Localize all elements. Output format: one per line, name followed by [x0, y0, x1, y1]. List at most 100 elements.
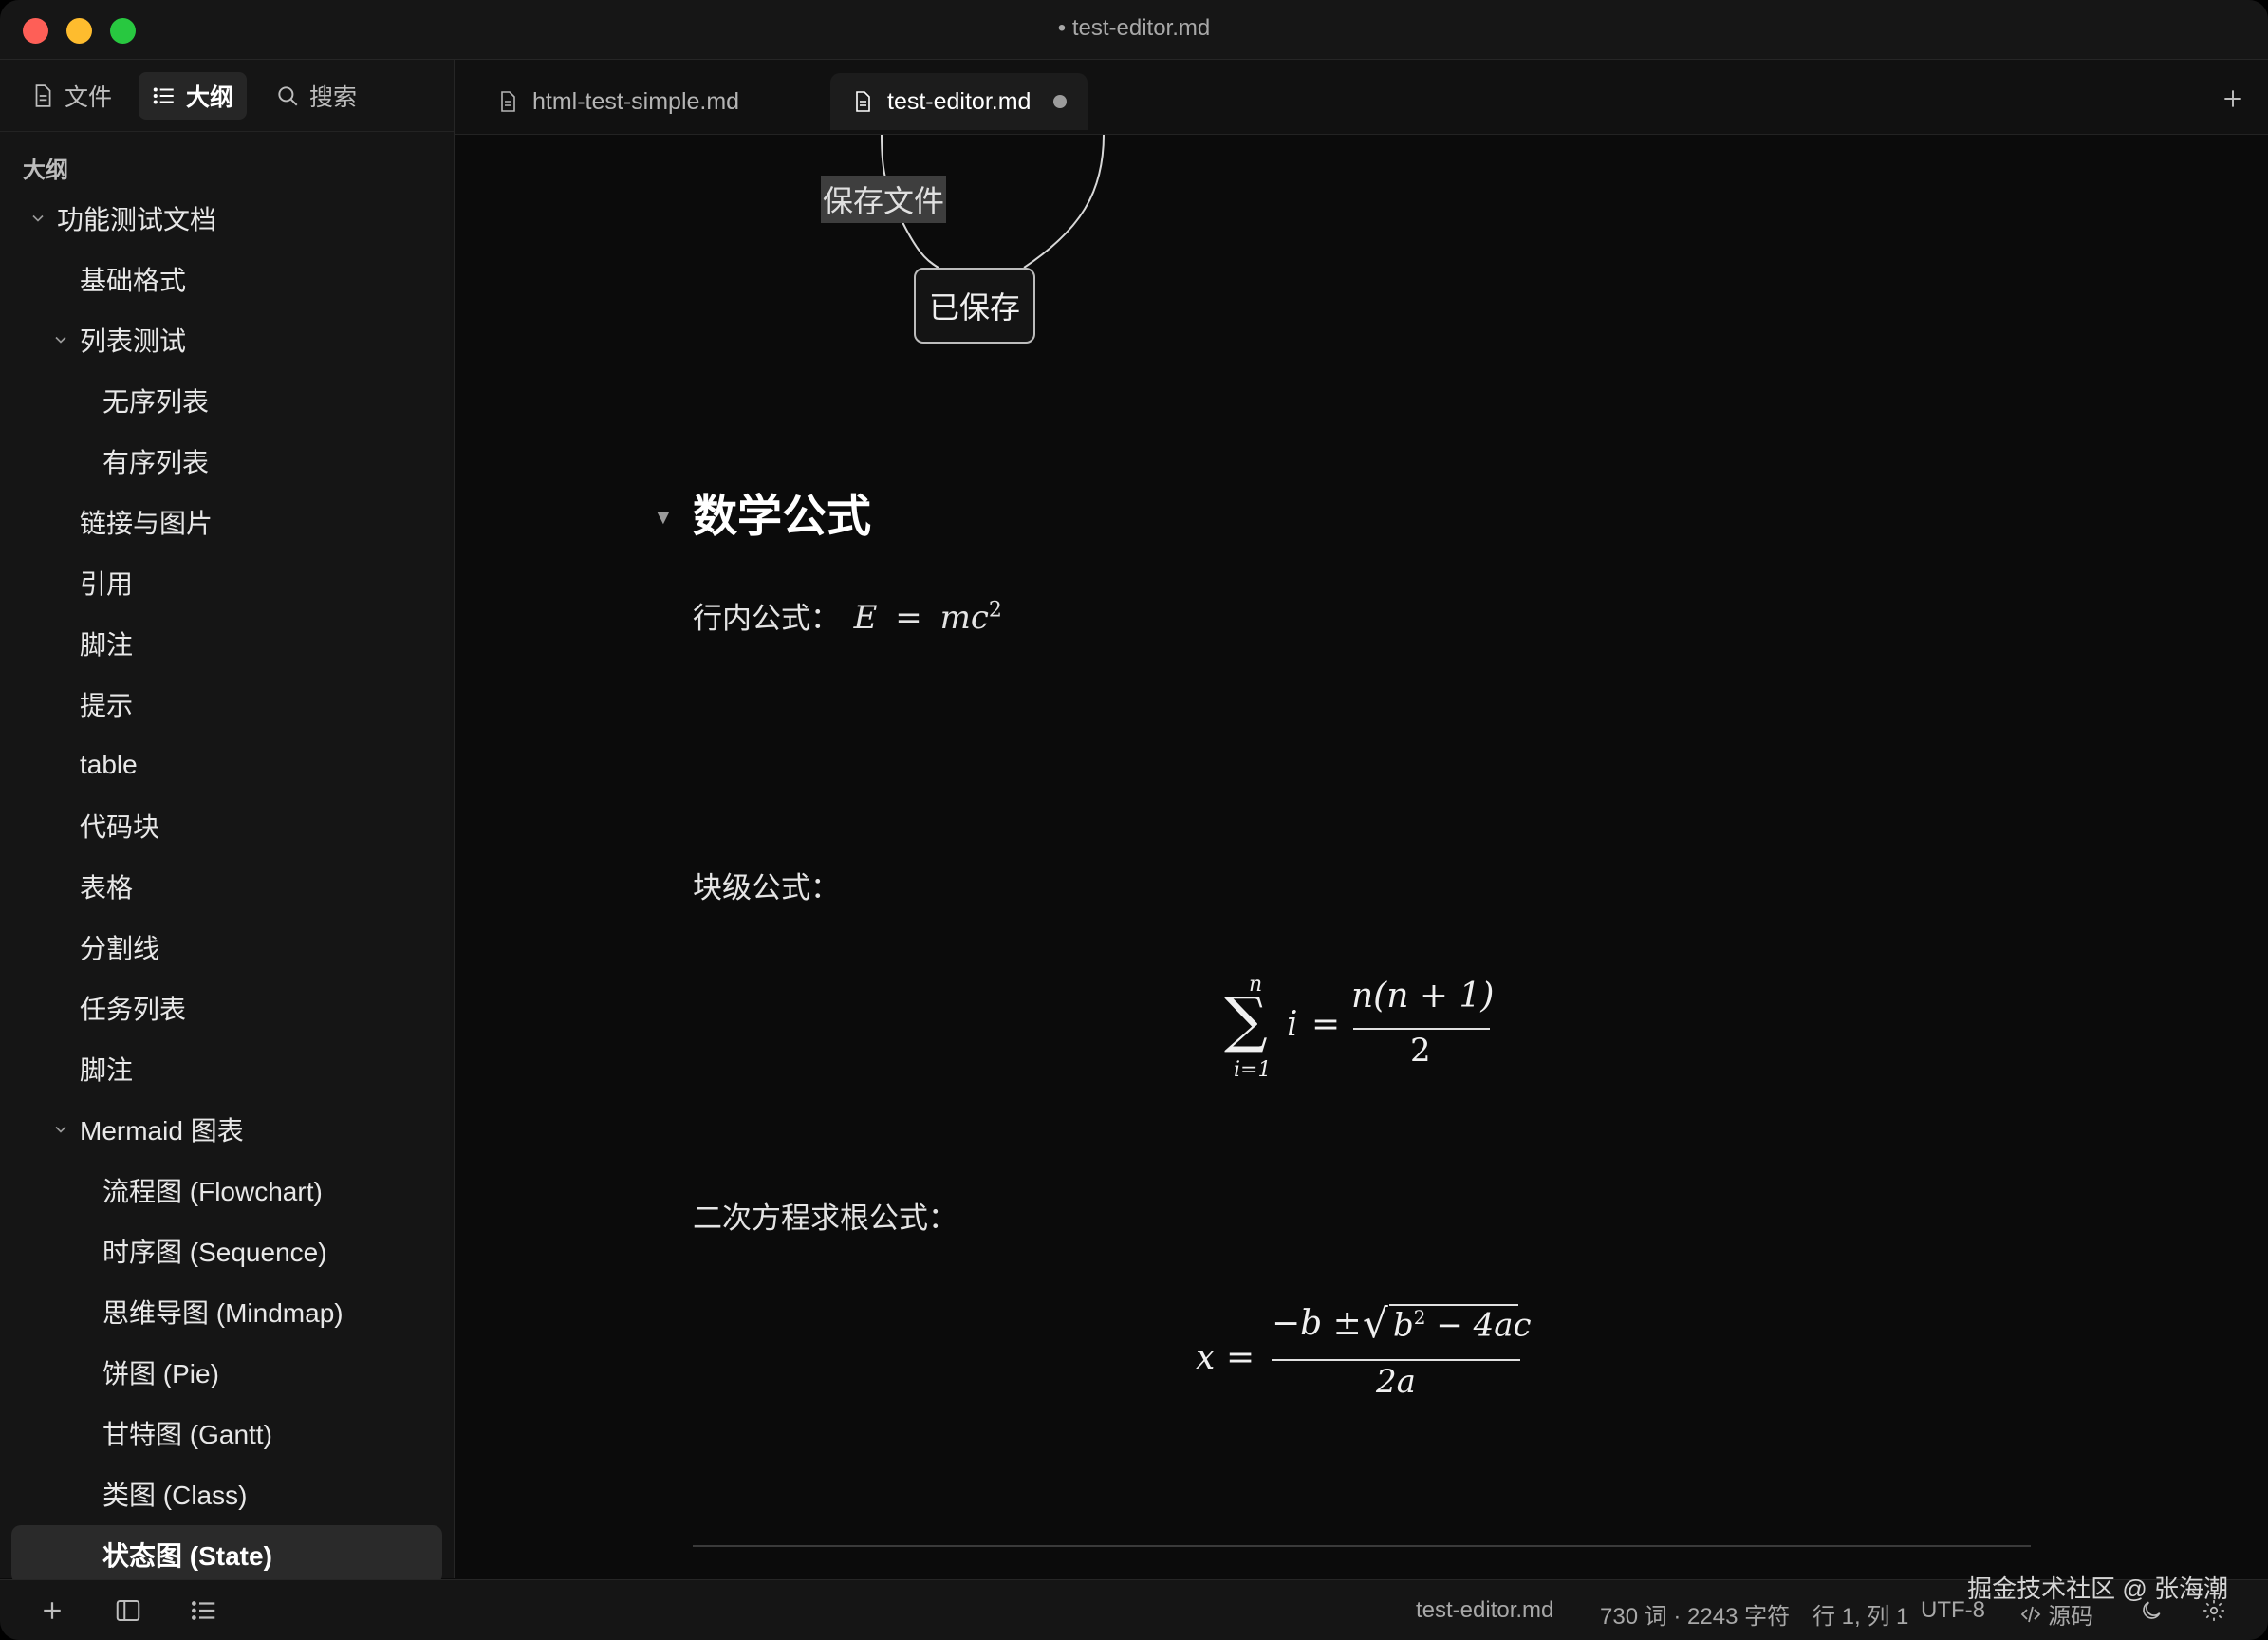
- formula-symbol: mc: [939, 599, 989, 637]
- outline-item-label: 脚注: [80, 1055, 134, 1085]
- outline-item-label: 引用: [80, 569, 134, 599]
- sidebar-tab-search[interactable]: 搜索: [262, 72, 370, 120]
- fraction-numerator: n(n + 1): [1351, 977, 1495, 1016]
- file-icon: [501, 91, 515, 112]
- fraction-bar: [1353, 1028, 1490, 1030]
- outline-item[interactable]: 基础格式: [80, 254, 186, 304]
- formula-exponent: 2: [1413, 1306, 1426, 1329]
- chevron-down-icon[interactable]: [51, 330, 70, 349]
- outline-item-label: Mermaid 图表: [80, 1116, 244, 1146]
- sum-symbol: ∑: [1224, 985, 1268, 1055]
- sidebar-tab-files[interactable]: 文件: [17, 72, 125, 120]
- outline-item-label: 流程图 (Flowchart): [102, 1177, 323, 1206]
- formula-operator: =: [1311, 1005, 1341, 1044]
- inline-formula-paragraph: 行内公式： E = mc2: [693, 594, 1002, 637]
- state-node: 已保存: [914, 268, 1035, 344]
- outline-item-label: 提示: [80, 691, 134, 720]
- outline-item-label: 甘特图 (Gantt): [102, 1420, 272, 1449]
- search-icon: [278, 86, 298, 106]
- outline-item[interactable]: 类图 (Class): [102, 1469, 247, 1519]
- outline-item-label: 类图 (Class): [102, 1481, 248, 1510]
- sidebar-tabs: 文件 大纲 搜索: [0, 60, 454, 132]
- sum-formula: n ∑ i=1 i = n(n + 1) 2: [1224, 973, 1509, 1087]
- outline-item-label: 代码块: [80, 812, 160, 842]
- inline-formula: E = mc2: [854, 599, 1002, 637]
- tab-html-test-simple[interactable]: html-test-simple.md: [475, 73, 760, 130]
- outline-item[interactable]: 时序图 (Sequence): [102, 1226, 327, 1276]
- outline-item[interactable]: 脚注: [80, 1044, 133, 1093]
- outline-item[interactable]: 有序列表: [102, 437, 209, 486]
- window-title: • test-editor.md: [1057, 15, 1211, 41]
- outline-item[interactable]: 饼图 (Pie): [102, 1348, 219, 1397]
- outline-item[interactable]: 引用: [80, 558, 133, 607]
- formula-operator: =: [1226, 1338, 1255, 1377]
- outline-item-active[interactable]: 状态图 (State): [11, 1525, 442, 1584]
- state-diagram-edges: [881, 135, 1105, 271]
- outline-item[interactable]: 表格: [80, 862, 133, 911]
- sidebar-tab-label: 大纲: [186, 84, 234, 111]
- outline-item[interactable]: table: [80, 740, 138, 790]
- editor-tab-bar: html-test-simple.md test-editor.md: [455, 60, 2268, 135]
- outline-item[interactable]: 甘特图 (Gantt): [102, 1408, 272, 1458]
- add-plus-icon[interactable]: [38, 1596, 66, 1625]
- status-cursor-position: 行 1, 列 1: [1813, 1604, 1909, 1630]
- outline-item[interactable]: 功能测试文档: [28, 194, 216, 243]
- tab-label: html-test-simple.md: [532, 87, 740, 115]
- block-formula-label: 块级公式：: [693, 871, 840, 904]
- radicand: b2 − 4ac: [1393, 1306, 1532, 1344]
- tab-test-editor[interactable]: test-editor.md: [830, 73, 1088, 130]
- outline-item[interactable]: 无序列表: [102, 376, 209, 425]
- formula-exponent: 2: [988, 598, 1002, 623]
- outline-item-label: 表格: [80, 873, 134, 903]
- toggle-sidebar-icon[interactable]: [114, 1596, 142, 1625]
- outline-item[interactable]: 思维导图 (Mindmap): [102, 1287, 344, 1336]
- tab-label: test-editor.md: [887, 87, 1032, 115]
- sidebar-tab-label: 搜索: [309, 84, 358, 111]
- outline-item-label: 时序图 (Sequence): [102, 1238, 327, 1267]
- status-word-count: 730 词 · 2243 字符: [1600, 1604, 1791, 1630]
- outline-item[interactable]: 分割线: [80, 922, 159, 972]
- outline-item[interactable]: 代码块: [80, 801, 159, 850]
- unsaved-dot-icon[interactable]: [1053, 95, 1068, 108]
- outline-item[interactable]: 提示: [80, 680, 133, 729]
- formula-symbol: b: [1393, 1306, 1414, 1345]
- outline-item-label: 链接与图片: [80, 509, 214, 538]
- outline-item[interactable]: Mermaid 图表: [51, 1105, 244, 1154]
- collapse-triangle-icon[interactable]: ▼: [653, 505, 674, 530]
- file-icon: [35, 84, 51, 107]
- sqrt-symbol: √: [1363, 1300, 1388, 1347]
- outline-item-label: 功能测试文档: [57, 205, 217, 234]
- fraction-denominator: 2a: [1376, 1363, 1416, 1401]
- status-filename: test-editor.md: [1416, 1597, 1554, 1623]
- status-bar: test-editor.md 730 词 · 2243 字符 行 1, 列 1 …: [0, 1579, 2268, 1640]
- outline-item-label: 列表测试: [80, 326, 187, 356]
- outline-item-label: 状态图 (State): [102, 1541, 272, 1571]
- list-icon: [153, 87, 174, 104]
- formula-symbol: x: [1196, 1338, 1216, 1377]
- outline-item-label: 思维导图 (Mindmap): [102, 1298, 344, 1328]
- title-bar: • test-editor.md: [0, 0, 2268, 60]
- watermark: 掘金技术社区 @ 张海潮: [1967, 1575, 2228, 1603]
- outline-item-label: 有序列表: [102, 448, 210, 477]
- outline-item[interactable]: 脚注: [80, 619, 133, 668]
- outline-item-label: 无序列表: [102, 387, 210, 417]
- quadratic-formula-label: 二次方程求根公式：: [693, 1202, 957, 1235]
- sidebar-tab-label: 文件: [65, 84, 113, 111]
- outline-item-label: 基础格式: [80, 266, 187, 295]
- chevron-down-icon[interactable]: [51, 1120, 70, 1139]
- sidebar-tab-outline[interactable]: 大纲: [139, 72, 248, 120]
- outline-item[interactable]: 任务列表: [80, 983, 186, 1033]
- sidebar: 文件 大纲 搜索 大纲 功能测试文档 基础格式 列表测试 无序列表 有序列表 链…: [0, 60, 455, 1584]
- outline-item-label: 脚注: [80, 630, 134, 660]
- file-icon: [856, 91, 870, 112]
- outline-item[interactable]: 列表测试: [51, 315, 186, 364]
- outline-item-label: 饼图 (Pie): [102, 1359, 219, 1388]
- formula-symbol: − 4ac: [1436, 1306, 1532, 1345]
- new-tab-plus-icon[interactable]: [2221, 86, 2245, 111]
- outline-list-icon[interactable]: [190, 1596, 218, 1625]
- chevron-down-icon[interactable]: [28, 209, 47, 228]
- fraction-denominator: 2: [1410, 1032, 1431, 1070]
- inline-formula-label: 行内公式：: [693, 602, 840, 635]
- outline-item[interactable]: 流程图 (Flowchart): [102, 1165, 323, 1215]
- outline-item[interactable]: 链接与图片: [80, 497, 213, 547]
